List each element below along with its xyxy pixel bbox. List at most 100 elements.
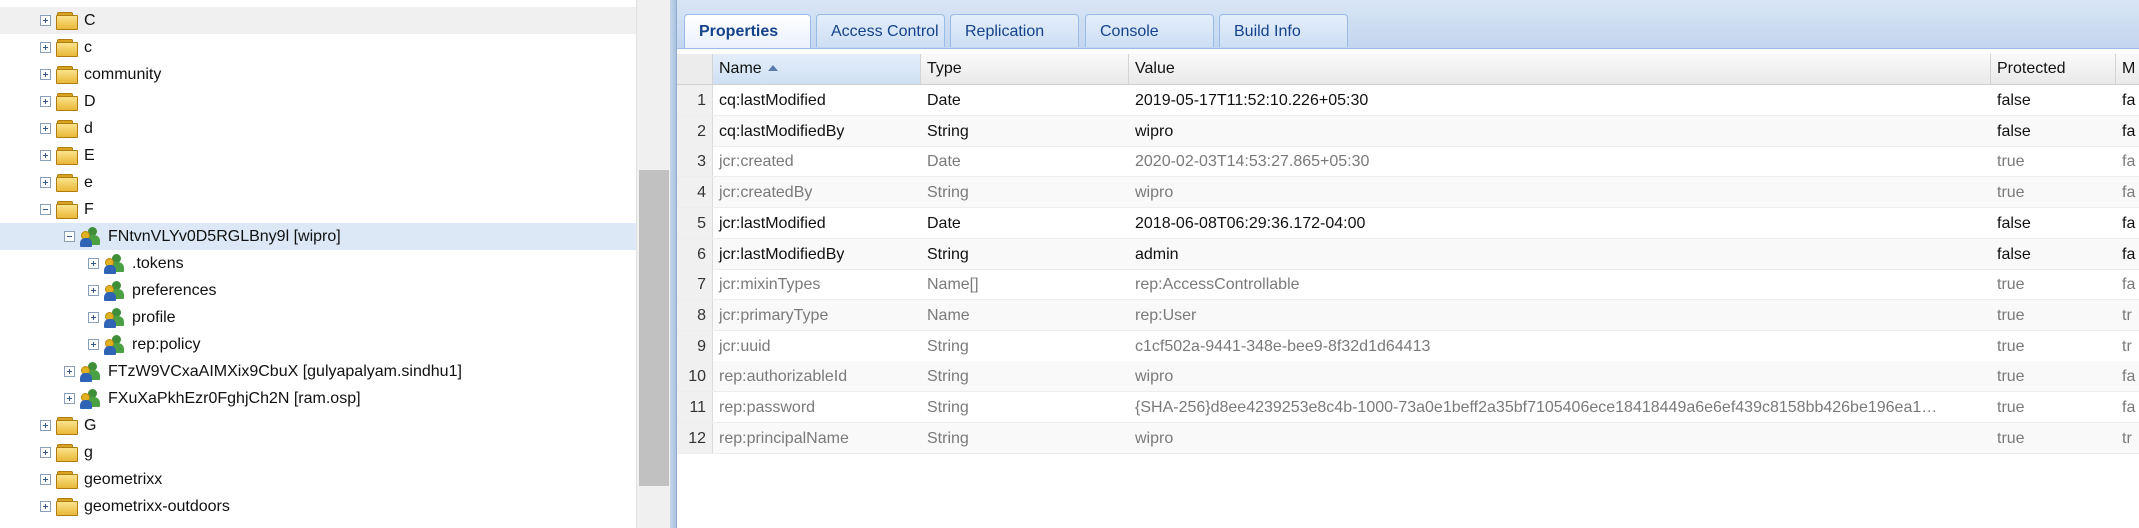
tree-scroll-thumb[interactable] <box>639 170 669 486</box>
table-row[interactable]: 3 jcr:created Date 2020-02-03T14:53:27.865+… <box>677 146 2139 178</box>
expand-icon[interactable] <box>40 474 51 485</box>
row-number: 9 <box>677 330 713 361</box>
cell-name: jcr:createdBy <box>719 184 813 202</box>
cell-type: String <box>927 122 969 140</box>
tree-node[interactable]: FXuXaPkhEzr0FghjCh2N [ram.osp] <box>0 385 636 412</box>
table-row[interactable]: 8 jcr:primaryType Name rep:User true tr <box>677 299 2139 331</box>
tree-node[interactable]: profile <box>0 304 636 331</box>
cell-m: tr <box>2122 306 2132 324</box>
row-number: 8 <box>677 299 713 330</box>
table-row[interactable]: 7 jcr:mixinTypes Name[] rep:AccessControlla… <box>677 269 2139 301</box>
cell-protected: true <box>1997 184 2025 202</box>
expand-icon[interactable] <box>40 96 51 107</box>
tree-node-label: geometrixx-outdoors <box>84 498 230 515</box>
tree-node-label: FNtvnVLYv0D5RGLBny9l [wipro] <box>108 228 341 245</box>
cell-type: Name[] <box>927 276 979 294</box>
expand-icon[interactable] <box>40 42 51 53</box>
cell-name: jcr:lastModified <box>719 214 826 232</box>
tree-node[interactable]: D <box>0 88 636 115</box>
tab-build-info[interactable]: Build Info <box>1219 14 1348 47</box>
row-number: 5 <box>677 207 713 238</box>
table-row[interactable]: 9 jcr:uuid String c1cf502a-9441-348e-bee9-8… <box>677 330 2139 362</box>
cell-protected: false <box>1997 92 2031 109</box>
tree-node[interactable]: c <box>0 34 636 61</box>
tree-node[interactable]: e <box>0 169 636 196</box>
table-row[interactable]: 12 rep:principalName String wipro true tr <box>677 422 2139 454</box>
tab-replication[interactable]: Replication <box>950 14 1079 47</box>
expand-icon[interactable] <box>40 420 51 431</box>
table-row[interactable]: 2 cq:lastModifiedBy String wipro false fa <box>677 115 2139 147</box>
table-row[interactable]: 1 cq:lastModified Date 2019-05-17T11:52:10.… <box>677 85 2139 116</box>
tree-node[interactable]: C <box>0 7 636 34</box>
expand-icon[interactable] <box>88 258 99 269</box>
tree-node[interactable]: geometrixx-outdoors <box>0 493 636 520</box>
user-icon <box>80 227 102 247</box>
row-number: 1 <box>677 85 713 115</box>
cell-type: String <box>927 399 969 416</box>
expand-icon[interactable] <box>64 393 75 404</box>
expand-icon[interactable] <box>64 366 75 377</box>
expand-icon[interactable] <box>88 312 99 323</box>
panel-splitter[interactable] <box>670 0 677 528</box>
expand-icon[interactable] <box>40 69 51 80</box>
tab-properties[interactable]: Properties <box>684 14 811 48</box>
cell-protected: false <box>1997 122 2031 140</box>
cell-name: rep:principalName <box>719 429 849 447</box>
cell-m: fa <box>2122 399 2136 416</box>
expand-icon[interactable] <box>88 339 99 350</box>
cell-protected: true <box>1997 429 2025 447</box>
collapse-icon[interactable] <box>40 204 51 215</box>
cell-value: 2018-06-08T06:29:36.172-04:00 <box>1135 214 1366 232</box>
expand-icon[interactable] <box>40 123 51 134</box>
tree-node-label: rep:policy <box>132 336 201 353</box>
collapse-icon[interactable] <box>64 231 75 242</box>
user-icon <box>104 281 126 301</box>
tree-node[interactable]: E <box>0 142 636 169</box>
expand-icon[interactable] <box>40 150 51 161</box>
row-number: 6 <box>677 238 713 269</box>
cell-name: rep:authorizableId <box>719 368 848 386</box>
tab-access-control[interactable]: Access Control <box>816 14 945 47</box>
cell-type: String <box>927 337 969 355</box>
cell-value: rep:User <box>1135 306 1197 324</box>
user-icon <box>80 362 102 382</box>
sort-ascending-icon <box>767 65 778 71</box>
tree-scrollbar[interactable] <box>636 0 671 528</box>
tab-console[interactable]: Console <box>1085 14 1214 47</box>
row-number: 7 <box>677 269 713 300</box>
tree-node[interactable]: preferences <box>0 277 636 304</box>
tree-node[interactable]: G <box>0 412 636 439</box>
row-number: 11 <box>677 392 713 422</box>
tree-node[interactable]: community <box>0 61 636 88</box>
expand-icon[interactable] <box>40 15 51 26</box>
tree-node[interactable]: FNtvnVLYv0D5RGLBny9l [wipro] <box>0 223 636 250</box>
column-header-name[interactable]: Name <box>713 54 921 84</box>
expand-icon[interactable] <box>40 177 51 188</box>
tree-node[interactable]: g <box>0 439 636 466</box>
cell-protected: false <box>1997 245 2031 263</box>
cell-name: cq:lastModifiedBy <box>719 122 845 140</box>
expand-icon[interactable] <box>40 501 51 512</box>
tree-node[interactable]: d <box>0 115 636 142</box>
expand-icon[interactable] <box>40 447 51 458</box>
folder-icon <box>56 471 78 489</box>
tree-node[interactable]: FTzW9VCxaAIMXix9CbuX [gulyapalyam.sindhu… <box>0 358 636 385</box>
tree-node[interactable]: geometrixx <box>0 466 636 493</box>
table-row[interactable]: 4 jcr:createdBy String wipro true fa <box>677 177 2139 209</box>
cell-protected: true <box>1997 337 2025 355</box>
column-header-protected[interactable]: Protected <box>1991 54 2116 84</box>
expand-icon[interactable] <box>88 285 99 296</box>
tree-node[interactable]: F <box>0 196 636 223</box>
table-row[interactable]: 11 rep:password String {SHA-256}d8ee4239253… <box>677 392 2139 423</box>
table-row[interactable]: 6 jcr:lastModifiedBy String admin false fa <box>677 238 2139 270</box>
table-row[interactable]: 10 rep:authorizableId String wipro true fa <box>677 361 2139 393</box>
tree-node[interactable]: rep:policy <box>0 331 636 358</box>
cell-value: wipro <box>1135 184 1174 202</box>
user-icon <box>104 335 126 355</box>
column-header-type[interactable]: Type <box>921 54 1129 84</box>
tree-node-label: E <box>84 147 95 164</box>
column-header-m[interactable]: M <box>2116 54 2139 84</box>
table-row[interactable]: 5 jcr:lastModified Date 2018-06-08T06:29:36… <box>677 207 2139 239</box>
tree-node[interactable]: .tokens <box>0 250 636 277</box>
column-header-value[interactable]: Value <box>1129 54 1991 84</box>
